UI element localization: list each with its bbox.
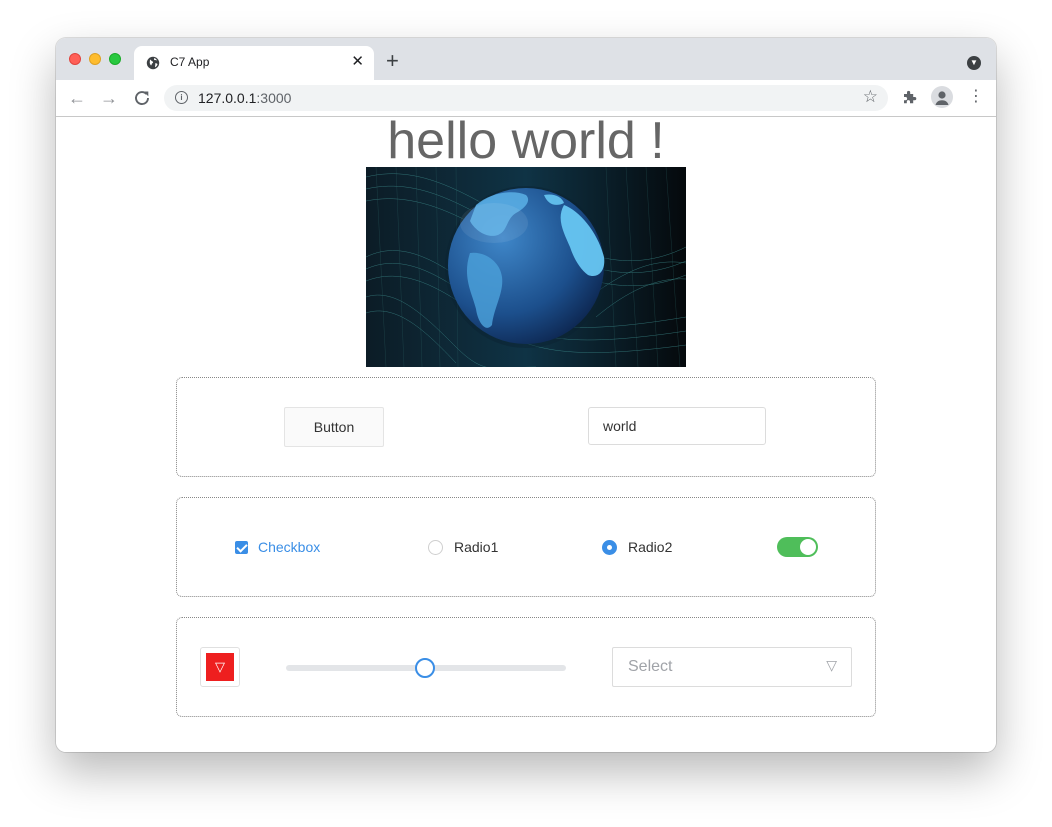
maximize-window-button[interactable]: [109, 53, 121, 65]
chevron-down-icon: ▽: [826, 657, 837, 673]
slider-thumb[interactable]: [415, 658, 435, 678]
globe-icon: [146, 56, 160, 70]
tab-menu-icon[interactable]: ▼: [967, 56, 981, 70]
person-icon: [935, 91, 949, 105]
page-heading: hello world !: [387, 112, 665, 170]
info-icon[interactable]: i: [175, 91, 188, 104]
new-tab-button[interactable]: +: [386, 50, 399, 72]
tab-title: C7 App: [170, 55, 210, 69]
radio-2-circle[interactable]: [602, 539, 617, 555]
checkbox-checked-icon[interactable]: [235, 540, 248, 554]
triangle-down-icon: ▽: [206, 653, 234, 681]
browser-tab[interactable]: C7 App ✕: [134, 46, 374, 80]
star-icon[interactable]: ☆: [863, 87, 878, 107]
checkbox-label: Checkbox: [258, 539, 321, 555]
button-input-panel: Button: [176, 377, 876, 477]
slider[interactable]: [286, 658, 566, 678]
url-port: :3000: [256, 90, 292, 106]
selection-controls-panel: Checkbox Radio1 Radio2: [176, 497, 876, 597]
text-input[interactable]: [588, 407, 766, 445]
page-content: hello world ! Button world Checkbox Radi…: [56, 112, 996, 752]
select-dropdown[interactable]: Select ▽: [612, 647, 852, 687]
url-host: 127.0.0.1: [198, 90, 257, 106]
dropdown-button[interactable]: ▽: [200, 647, 240, 687]
radio-2-label: Radio2: [628, 539, 673, 555]
primary-button[interactable]: Button: [284, 407, 384, 447]
reload-icon[interactable]: [131, 87, 153, 109]
profile-icon[interactable]: [931, 86, 953, 108]
radio-option-2[interactable]: Radio2: [602, 538, 672, 556]
url-text[interactable]: 127.0.0.1:3000: [198, 90, 291, 106]
radio-1-label: Radio1: [454, 539, 499, 555]
minimize-window-button[interactable]: [89, 53, 101, 65]
tab-strip: C7 App ✕ + ▼: [56, 38, 996, 80]
puzzle-icon[interactable]: [901, 88, 919, 106]
checkbox[interactable]: Checkbox: [235, 538, 320, 556]
toggle-knob: [800, 539, 816, 555]
forward-arrow-icon[interactable]: →: [98, 87, 120, 109]
more-icon[interactable]: ⋮: [968, 86, 984, 108]
close-tab-icon[interactable]: ✕: [351, 52, 364, 72]
close-window-button[interactable]: [69, 53, 81, 65]
address-bar[interactable]: i 127.0.0.1:3000 ☆: [164, 85, 888, 111]
back-arrow-icon[interactable]: ←: [66, 87, 88, 109]
radio-option-1[interactable]: Radio1: [428, 538, 498, 556]
browser-window: C7 App ✕ + ▼ ← → i 127.0.0.1:3000 ☆ ⋮ he: [56, 38, 996, 752]
radio-1-circle[interactable]: [428, 539, 443, 555]
toggle-switch[interactable]: [777, 537, 818, 557]
advanced-controls-panel: ▽ Select ▽: [176, 617, 876, 717]
globe-image: [366, 167, 686, 367]
select-placeholder: Select: [628, 658, 673, 675]
window-controls: [69, 53, 121, 65]
